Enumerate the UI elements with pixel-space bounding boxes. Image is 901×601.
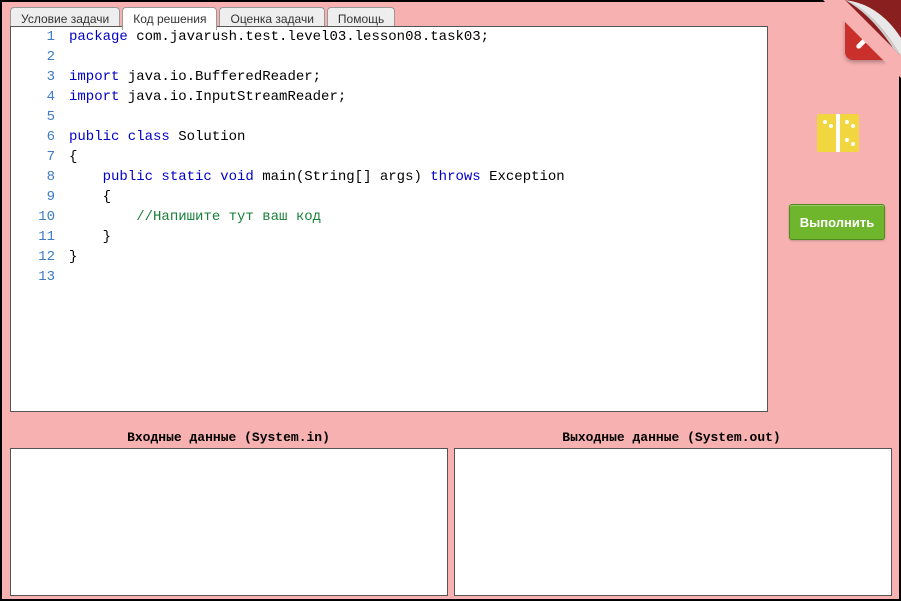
code-line[interactable]: import java.io.InputStreamReader;: [69, 87, 767, 107]
code-editor[interactable]: 1package com.javarush.test.level03.lesso…: [10, 26, 768, 412]
line-number: 9: [11, 187, 69, 207]
line-number: 2: [11, 47, 69, 67]
tab-solution-code[interactable]: Код решения: [122, 7, 217, 30]
close-button[interactable]: [845, 14, 891, 60]
output-label: Выходные данные (System.out): [453, 430, 890, 445]
line-number: 8: [11, 167, 69, 187]
code-line[interactable]: }: [69, 227, 767, 247]
line-number: 4: [11, 87, 69, 107]
code-line[interactable]: {: [69, 147, 767, 167]
code-line[interactable]: [69, 267, 767, 287]
code-line[interactable]: }: [69, 247, 767, 267]
code-line[interactable]: public class Solution: [69, 127, 767, 147]
code-editor-hscroll[interactable]: [11, 396, 767, 411]
qr-icon-svg: [817, 114, 859, 152]
line-number: 1: [11, 27, 69, 47]
code-line[interactable]: public static void main(String[] args) t…: [69, 167, 767, 187]
code-lines: 1package com.javarush.test.level03.lesso…: [11, 27, 767, 287]
io-panels: [10, 448, 892, 596]
code-line[interactable]: {: [69, 187, 767, 207]
code-editor-vscroll[interactable]: 1package com.javarush.test.level03.lesso…: [11, 27, 767, 396]
qr-icon[interactable]: [817, 114, 859, 152]
line-number: 3: [11, 67, 69, 87]
run-button[interactable]: Выполнить: [789, 204, 885, 240]
line-number: 7: [11, 147, 69, 167]
line-number: 12: [11, 247, 69, 267]
line-number: 10: [11, 207, 69, 227]
line-number: 5: [11, 107, 69, 127]
input-label: Входные данные (System.in): [10, 430, 447, 445]
io-labels: Входные данные (System.in) Выходные данн…: [10, 430, 890, 445]
line-number: 11: [11, 227, 69, 247]
output-textarea[interactable]: [454, 448, 892, 596]
code-line[interactable]: [69, 47, 767, 67]
code-line[interactable]: //Напишите тут ваш код: [69, 207, 767, 227]
code-line[interactable]: package com.javarush.test.level03.lesson…: [69, 27, 767, 47]
line-number: 6: [11, 127, 69, 147]
code-line[interactable]: import java.io.BufferedReader;: [69, 67, 767, 87]
code-line[interactable]: [69, 107, 767, 127]
line-number: 13: [11, 267, 69, 287]
input-textarea[interactable]: [10, 448, 448, 596]
close-icon: [854, 23, 882, 51]
